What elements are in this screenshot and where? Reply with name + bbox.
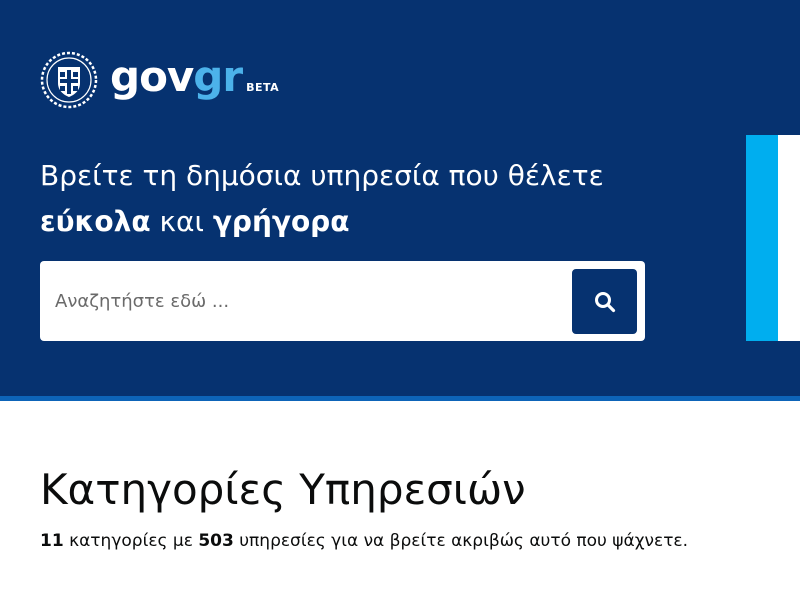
govgr-logo-link[interactable]: gov gr BETA: [40, 50, 279, 110]
categories-text: κατηγορίες με: [69, 531, 193, 551]
side-card-accent: [746, 135, 778, 341]
search-input[interactable]: [40, 261, 560, 341]
search-icon: [594, 291, 615, 312]
hero-title-line2: εύκολα και γρήγορα: [40, 199, 720, 245]
hero-title-line1: Βρείτε τη δημόσια υπηρεσία που θέλετε: [40, 159, 604, 192]
greek-coat-of-arms-emblem-icon: [40, 51, 98, 109]
wordmark-gov: gov: [110, 51, 194, 101]
services-count: 503: [198, 531, 234, 551]
hero-emphasis-easy: εύκολα: [40, 205, 151, 238]
hero-conjunction: και: [159, 205, 204, 238]
search-button[interactable]: [572, 269, 637, 334]
categories-count: 11: [40, 531, 64, 551]
header-bottom-stripe: [0, 396, 800, 401]
wordmark-gr: gr: [193, 51, 243, 101]
site-header: gov gr BETA Βρείτε τη δημόσια υπηρεσία π…: [0, 0, 800, 396]
beta-badge: BETA: [246, 80, 280, 94]
hero-title: Βρείτε τη δημόσια υπηρεσία που θέλετε εύ…: [40, 153, 720, 245]
govgr-wordmark: gov gr BETA: [110, 52, 279, 101]
search-box: [40, 261, 645, 341]
hero-emphasis-fast: γρήγορα: [212, 205, 350, 238]
services-text: υπηρεσίες για να βρείτε ακριβώς αυτό που…: [239, 531, 689, 551]
categories-title: Κατηγορίες Υπηρεσιών: [40, 465, 526, 514]
categories-summary: 11 κατηγορίες με 503 υπηρεσίες για να βρ…: [40, 528, 688, 554]
side-card: [746, 135, 800, 341]
